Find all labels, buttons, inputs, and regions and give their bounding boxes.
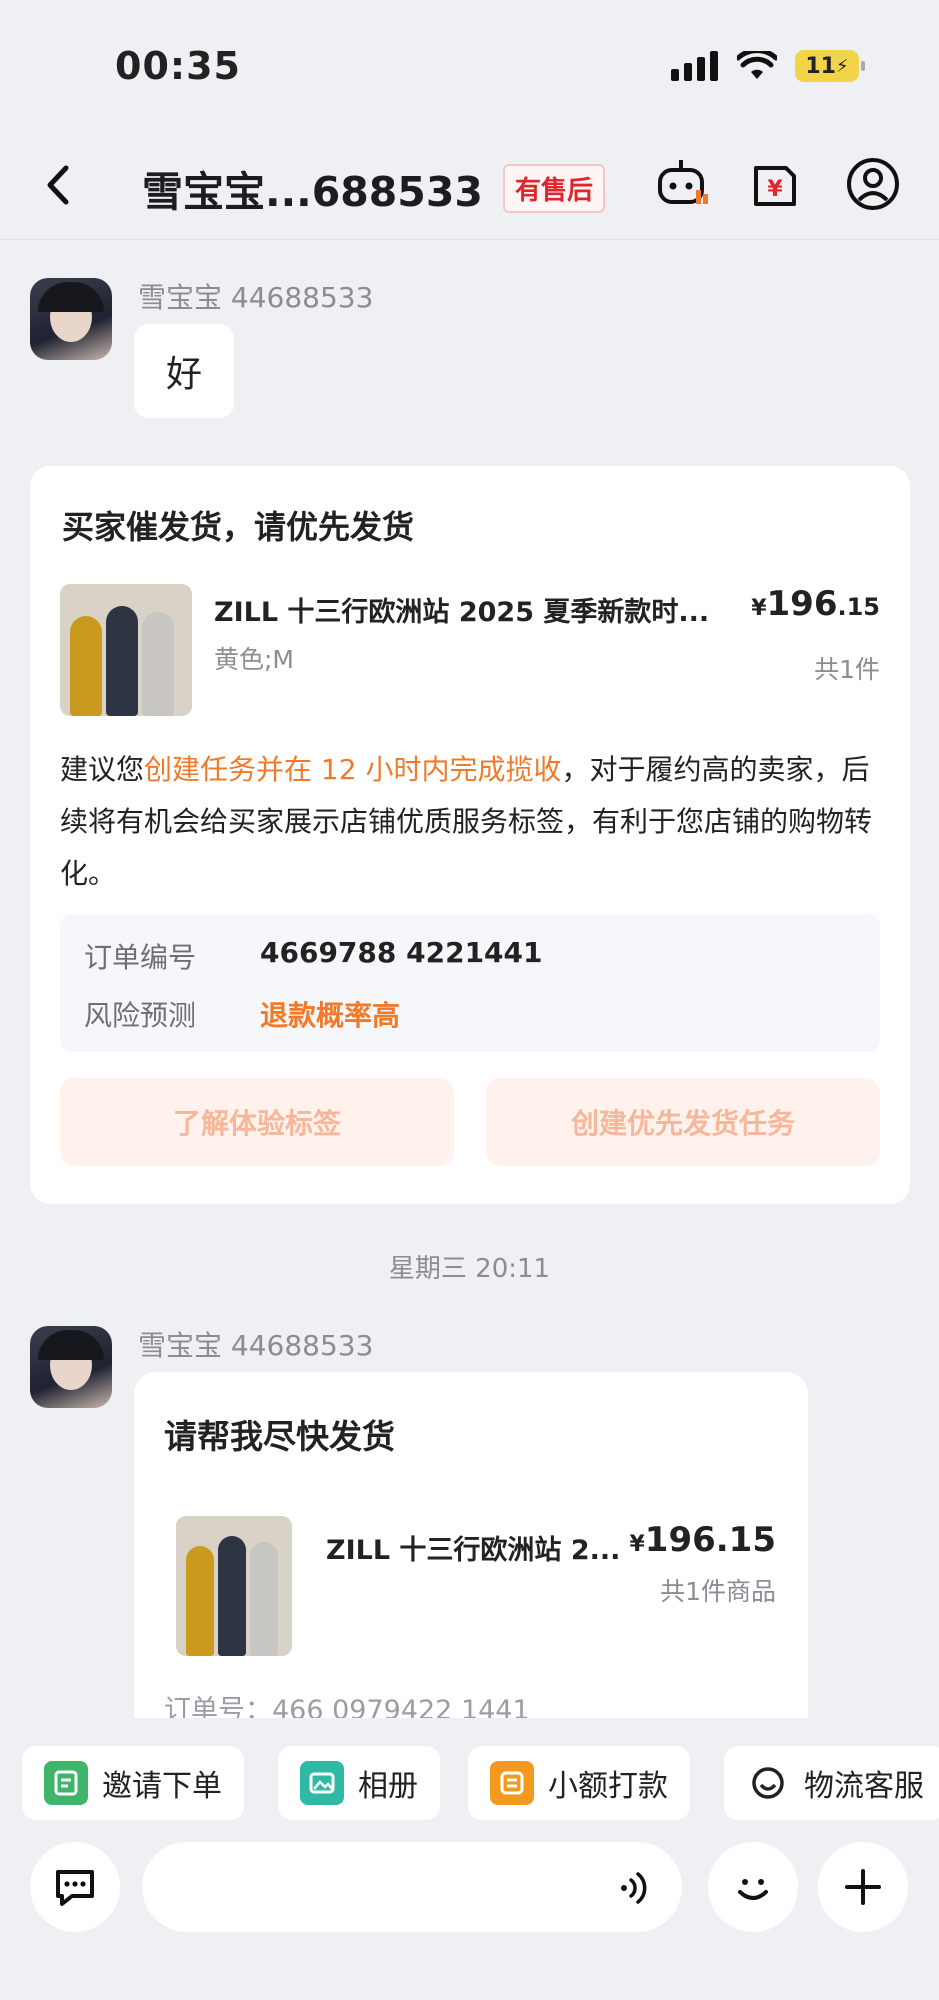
card-title: 买家催发货，请优先发货 [62, 508, 415, 546]
price-decimal: .15 [837, 593, 880, 621]
message-bubble: 好 [134, 324, 234, 418]
back-arrow-icon[interactable] [40, 160, 80, 210]
invite-order-button[interactable]: 邀请下单 [22, 1746, 244, 1820]
card-description: 建议您创建任务并在 12 小时内完成揽收，对于履约高的卖家，后续将有机会给买家展… [60, 744, 880, 900]
chat-header: 雪宝宝...688533 有售后 ¥ [0, 130, 939, 240]
buyer-order-message-card[interactable]: 请帮我尽快发货 ZILL 十三行欧洲站 2... ¥196.15 共1件商品 订… [134, 1372, 808, 1732]
message-input-bar [0, 1820, 939, 2000]
chip-label: 相册 [358, 1769, 418, 1804]
product-quantity: 共1件 [814, 655, 880, 684]
chat-title: 雪宝宝...688533 [142, 168, 483, 216]
risk-value: 退款概率高 [260, 999, 401, 1032]
risk-label: 风险预测 [84, 999, 197, 1032]
product-spec: 黄色;M [214, 645, 294, 674]
desc-prefix: 建议您 [60, 753, 145, 786]
signal-icon [671, 51, 718, 81]
plus-icon [845, 1869, 881, 1905]
quick-actions-bar: 邀请下单 相册 小额打款 物流客服 [0, 1718, 939, 1820]
product-name[interactable]: ZILL 十三行欧洲站 2025 夏季新款时... [214, 590, 709, 629]
chip-label: 邀请下单 [102, 1769, 222, 1804]
profile-icon[interactable] [843, 154, 903, 214]
album-icon [300, 1761, 344, 1805]
order-info-box: 订单编号 4669788 4221441 风险预测 退款概率高 [60, 914, 880, 1052]
sender-name: 雪宝宝 44688533 [138, 1329, 374, 1362]
invite-order-icon [44, 1761, 88, 1805]
payment-icon [490, 1761, 534, 1805]
wifi-icon [737, 51, 777, 79]
urge-shipping-card: 买家催发货，请优先发货 ZILL 十三行欧洲站 2025 夏季新款时... 黄色… [30, 466, 910, 1204]
avatar-hair [38, 282, 104, 312]
sender-name: 雪宝宝 44688533 [138, 281, 374, 314]
product-quantity: 共1件商品 [660, 1577, 776, 1606]
order-number-value[interactable]: 4669788 4221441 [260, 936, 543, 969]
chat-bubble-icon [56, 1870, 94, 1906]
price-integer: 196 [766, 584, 838, 624]
album-button[interactable]: 相册 [278, 1746, 440, 1820]
chip-label: 小额打款 [548, 1769, 668, 1804]
refund-icon[interactable]: ¥ [746, 154, 806, 214]
status-bar: 00:35 11 ⚡ [0, 0, 939, 130]
robot-icon[interactable] [652, 154, 712, 214]
logistics-service-icon [746, 1761, 790, 1805]
dress-grey [250, 1542, 278, 1656]
product-thumbnail[interactable] [60, 584, 192, 716]
battery-indicator: 11 ⚡ [795, 50, 865, 82]
voice-icon[interactable] [616, 1868, 656, 1908]
more-button[interactable] [818, 1842, 908, 1932]
product-name[interactable]: ZILL 十三行欧洲站 2... [326, 1528, 620, 1567]
status-icons: 11 ⚡ [671, 50, 865, 82]
dress-yellow [186, 1546, 214, 1656]
dress-navy [218, 1536, 246, 1656]
message-text: 好 [165, 354, 202, 395]
smiley-icon [738, 1879, 768, 1900]
after-sale-badge[interactable]: 有售后 [503, 164, 606, 213]
price-value: 196.15 [644, 1520, 776, 1560]
buyer-avatar[interactable] [30, 278, 112, 360]
desc-highlight: 创建任务并在 12 小时内完成揽收 [144, 753, 562, 786]
message-input[interactable] [142, 1842, 682, 1932]
quick-reply-button[interactable] [30, 1842, 120, 1932]
svg-text:¥: ¥ [767, 177, 783, 202]
product-price: ¥196.15 [629, 1520, 776, 1560]
small-payment-button[interactable]: 小额打款 [468, 1746, 690, 1820]
price-currency: ¥ [751, 596, 767, 621]
dress-yellow [70, 616, 102, 716]
learn-experience-tag-button[interactable]: 了解体验标签 [60, 1078, 454, 1166]
avatar-hair [38, 1330, 104, 1360]
product-price: ¥196.15 [751, 584, 880, 624]
product-thumbnail[interactable] [176, 1516, 292, 1656]
chip-label: 物流客服 [804, 1769, 924, 1804]
message-title: 请帮我尽快发货 [164, 1417, 395, 1456]
status-time: 00:35 [115, 44, 241, 88]
create-priority-shipping-button[interactable]: 创建优先发货任务 [486, 1078, 880, 1166]
message-timestamp: 星期三 20:11 [388, 1254, 551, 1284]
order-number-label: 订单编号 [84, 941, 197, 974]
dress-navy [106, 606, 138, 716]
price-currency: ¥ [629, 1532, 645, 1557]
emoji-button[interactable] [708, 1842, 798, 1932]
dress-grey [142, 612, 174, 716]
buyer-avatar[interactable] [30, 1326, 112, 1408]
logistics-service-button[interactable]: 物流客服 [724, 1746, 939, 1820]
battery-level: 11 [805, 53, 836, 79]
